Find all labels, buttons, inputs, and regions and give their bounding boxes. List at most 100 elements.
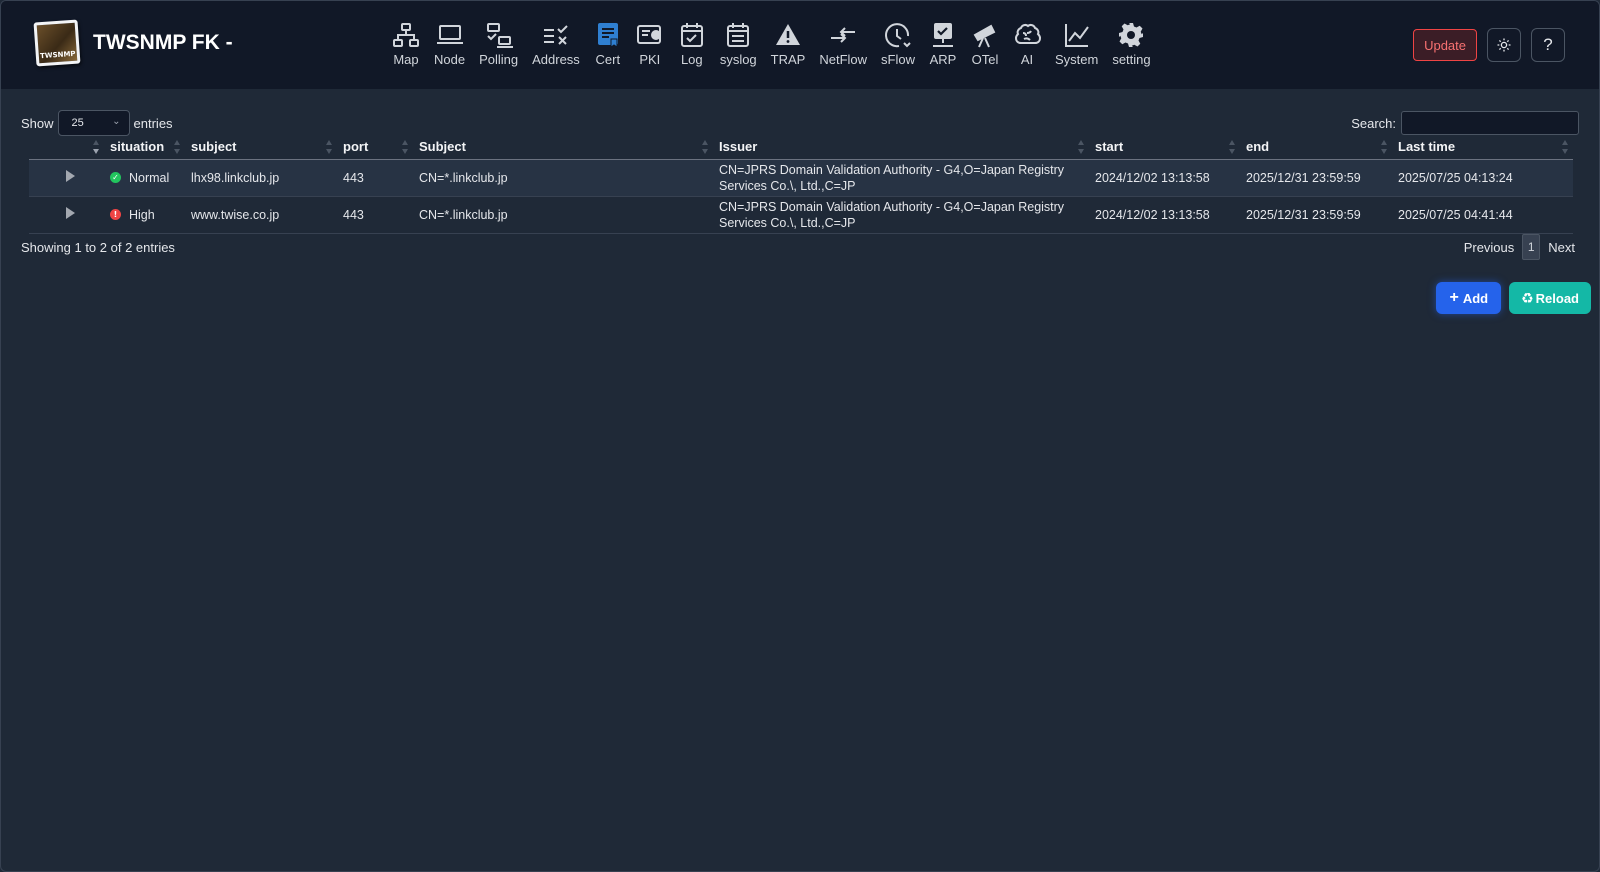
table-row[interactable]: ! High www.twise.co.jp 443 CN=*.linkclub.… [29, 196, 1573, 234]
last-time-cell: 2025/07/25 04:13:24 [1392, 159, 1573, 197]
col-label: situation [110, 139, 165, 155]
table-header-row: situation subject port Subject Issuer st… [29, 135, 1573, 160]
sort-icon [402, 140, 409, 154]
situation-text: Normal [129, 170, 170, 185]
issuer-cell: CN=JPRS Domain Validation Authority - G4… [713, 196, 1089, 234]
col-issuer[interactable]: Issuer [713, 135, 1089, 160]
table-row[interactable]: ✓ Normal lhx98.linkclub.jp 443 CN=*.linkc… [29, 159, 1573, 197]
menu-item-node[interactable]: Node [427, 21, 472, 71]
subject-cell: www.twise.co.jp [185, 196, 337, 234]
menu-label: System [1054, 52, 1099, 67]
page-length-control: Show 25 ⌄ entries [21, 110, 173, 136]
cert-subject-cell: CN=*.linkclub.jp [413, 196, 713, 234]
col-end[interactable]: end [1240, 135, 1392, 160]
app-window: TWSNMP TWSNMP FK - Map Node Polling Addr… [0, 0, 1600, 872]
main-menu: Map Node Polling Address Cert PKI Log sy… [385, 21, 1158, 71]
col-expand[interactable] [29, 135, 104, 160]
reload-button[interactable]: ♻ Reload [1509, 282, 1591, 314]
menu-label: Address [532, 52, 580, 67]
menu-label: Cert [595, 52, 621, 67]
menu-item-map[interactable]: Map [385, 21, 427, 71]
next-page-button[interactable]: Next [1548, 240, 1575, 255]
certificate-icon [597, 23, 618, 48]
situation-cell: ! High [104, 196, 185, 234]
menu-item-cert[interactable]: Cert [587, 21, 629, 71]
sort-icon [1078, 140, 1085, 154]
subject-cell: lhx98.linkclub.jp [185, 159, 337, 197]
previous-page-button[interactable]: Previous [1464, 240, 1515, 255]
menu-label: NetFlow [819, 52, 868, 67]
menu-item-syslog[interactable]: syslog [713, 21, 764, 71]
col-label: subject [191, 139, 237, 155]
col-last-time[interactable]: Last time [1392, 135, 1573, 160]
polling-icon [486, 23, 513, 48]
page-1-button[interactable]: 1 [1522, 234, 1541, 260]
end-cell: 2025/12/31 23:59:59 [1240, 159, 1392, 197]
menu-item-trap[interactable]: TRAP [764, 21, 813, 71]
search-label: Search: [1351, 115, 1396, 131]
network-map-icon [393, 23, 419, 47]
update-button[interactable]: Update [1413, 29, 1477, 61]
menu-item-otel[interactable]: OTel [964, 21, 1006, 71]
check-circle-icon: ✓ [110, 172, 121, 183]
brand[interactable]: TWSNMP TWSNMP FK - [33, 19, 233, 67]
expand-cell[interactable] [29, 196, 104, 234]
end-cell: 2025/12/31 23:59:59 [1240, 196, 1392, 234]
add-button[interactable]: + Add [1436, 282, 1502, 314]
col-subject[interactable]: subject [185, 135, 337, 160]
sort-icon [174, 140, 181, 154]
menu-item-ai[interactable]: AI [1006, 21, 1048, 71]
menu-item-pki[interactable]: PKI [629, 21, 671, 71]
theme-toggle-button[interactable] [1487, 28, 1521, 62]
page-length-value: 25 [71, 117, 84, 129]
sort-icon [1562, 140, 1569, 154]
expand-arrow-icon[interactable] [66, 206, 75, 219]
col-label: Last time [1398, 139, 1456, 155]
pagination: Previous 1 Next [1464, 234, 1575, 260]
menu-label: ARP [929, 52, 957, 67]
col-situation[interactable]: situation [104, 135, 185, 160]
sort-icon [326, 140, 333, 154]
menu-item-log[interactable]: Log [671, 21, 713, 71]
menu-item-netflow[interactable]: NetFlow [812, 21, 874, 71]
add-label: Add [1462, 290, 1489, 306]
col-label: Issuer [719, 139, 758, 155]
line-chart-icon [1064, 24, 1089, 47]
menu-label: PKI [639, 52, 661, 67]
menu-item-setting[interactable]: setting [1105, 21, 1157, 71]
page-length-select[interactable]: 25 ⌄ [57, 110, 130, 136]
start-cell: 2024/12/02 13:13:58 [1089, 159, 1240, 197]
col-port[interactable]: port [337, 135, 413, 160]
last-time-cell: 2025/07/25 04:41:44 [1392, 196, 1573, 234]
menu-item-system[interactable]: System [1048, 21, 1105, 71]
col-label: end [1246, 139, 1270, 155]
recycle-icon: ♻ [1521, 290, 1534, 306]
calendar-check-icon [680, 23, 703, 47]
sort-icon [1229, 140, 1236, 154]
arrows-exchange-icon [831, 27, 856, 43]
address-list-icon [543, 25, 568, 45]
app-title: TWSNMP FK - [93, 31, 233, 54]
situation-cell: ✓ Normal [104, 159, 185, 197]
plus-icon: + [1449, 289, 1459, 306]
menu-label: Polling [479, 52, 519, 67]
col-cert-subject[interactable]: Subject [413, 135, 713, 160]
menu-item-arp[interactable]: ARP [922, 21, 964, 71]
search-input[interactable] [1401, 111, 1579, 135]
sort-icon [93, 140, 100, 154]
header-actions: Update ? [1413, 28, 1565, 62]
menu-label: OTel [971, 52, 999, 67]
menu-item-polling[interactable]: Polling [472, 21, 525, 71]
table-actions: + Add ♻ Reload [1436, 282, 1591, 314]
expand-arrow-icon[interactable] [66, 169, 75, 182]
menu-item-sflow[interactable]: sFlow [874, 21, 922, 71]
issuer-cell: CN=JPRS Domain Validation Authority - G4… [713, 159, 1089, 197]
menu-label: sFlow [881, 52, 915, 67]
expand-cell[interactable] [29, 159, 104, 197]
col-label: Subject [419, 139, 466, 155]
help-button[interactable]: ? [1531, 28, 1565, 62]
menu-item-address[interactable]: Address [525, 21, 587, 71]
cert-table: situation subject port Subject Issuer st… [29, 135, 1573, 234]
col-start[interactable]: start [1089, 135, 1240, 160]
cert-subject-cell: CN=*.linkclub.jp [413, 159, 713, 197]
